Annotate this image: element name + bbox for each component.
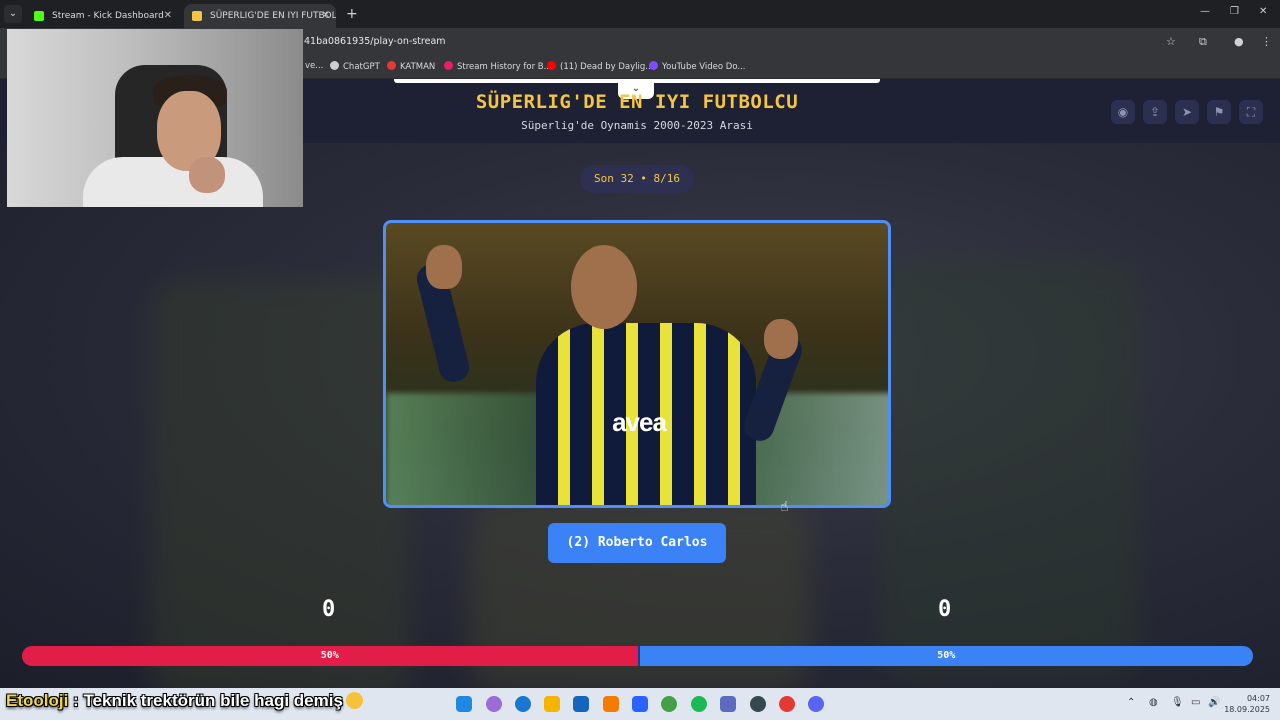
chat-overlay: Etooloji : Teknik trektörün bile hagi de… xyxy=(6,691,363,711)
background-blur xyxy=(880,259,1140,679)
player-head xyxy=(571,245,637,329)
katman-icon xyxy=(387,61,396,70)
tab-title: SÜPERLIG'DE EN IYI FUTBOLCU xyxy=(210,11,336,21)
stream-history-icon xyxy=(444,61,453,70)
hand-cursor-icon: ☝ xyxy=(780,499,789,515)
clock-time: 04:07 xyxy=(1246,694,1270,703)
url-text[interactable]: 41ba0861935/play-on-stream xyxy=(304,36,446,47)
kick-favicon-icon xyxy=(34,11,44,21)
bookmark-youtube-video-downloader[interactable]: YouTube Video Do... xyxy=(649,61,746,72)
chevron-up-icon[interactable]: ⌃ xyxy=(1127,697,1135,708)
bookmark-chatgpt[interactable]: ChatGPT xyxy=(330,61,380,72)
round-indicator: Son 32 • 8/16 xyxy=(580,165,694,193)
start-icon[interactable] xyxy=(456,696,472,712)
app-icon[interactable] xyxy=(632,696,648,712)
fullscreen-icon[interactable]: ⛶ xyxy=(1239,100,1263,124)
edge-icon[interactable] xyxy=(515,696,531,712)
send-icon[interactable]: ➤ xyxy=(1175,100,1199,124)
microphone-icon[interactable]: 🎙 xyxy=(1171,697,1184,708)
bookmark-stream-history[interactable]: Stream History for B... xyxy=(444,61,552,72)
new-tab-button[interactable]: + xyxy=(346,5,358,23)
chat-username: Etooloji xyxy=(6,691,69,710)
jersey-sponsor-text: avea xyxy=(612,407,667,437)
grinning-emoji-icon xyxy=(345,692,363,709)
left-vote-segment: 50% xyxy=(22,646,638,666)
menu-kebab-icon[interactable]: ⋮ xyxy=(1261,35,1272,48)
tab-superlig[interactable]: SÜPERLIG'DE EN IYI FUTBOLCU ✕ xyxy=(184,4,336,28)
display-icon[interactable]: ▭ xyxy=(1191,697,1200,708)
close-icon[interactable]: ✕ xyxy=(164,4,172,28)
app-icon[interactable] xyxy=(720,696,736,712)
spotify-icon[interactable] xyxy=(691,696,707,712)
extensions-icon[interactable]: ⧉ xyxy=(1199,35,1207,49)
restore-icon[interactable]: ❐ xyxy=(1230,6,1239,17)
chat-separator: : xyxy=(68,691,84,710)
vlc-icon[interactable] xyxy=(603,696,619,712)
left-score: 0 xyxy=(322,597,336,622)
tab-title: Stream - Kick Dashboard xyxy=(52,11,164,21)
tab-kick-dashboard[interactable]: Stream - Kick Dashboard ✕ xyxy=(26,4,178,28)
eye-icon[interactable]: ◉ xyxy=(1111,100,1135,124)
video-downloader-icon xyxy=(649,61,658,70)
flag-icon[interactable]: ⚑ xyxy=(1207,100,1231,124)
file-explorer-icon[interactable] xyxy=(544,696,560,712)
profile-avatar-icon[interactable]: ● xyxy=(1234,35,1244,48)
copilot-icon[interactable] xyxy=(486,696,502,712)
streamer-hand xyxy=(189,157,225,193)
close-icon[interactable]: ✕ xyxy=(322,4,330,28)
chatgpt-icon xyxy=(330,61,339,70)
bookmark-star-icon[interactable]: ☆ xyxy=(1166,35,1176,48)
right-score: 0 xyxy=(938,597,952,622)
taskbar-clock[interactable]: 04:07 18.09.2025 xyxy=(1224,693,1270,715)
bookmark-item[interactable]: ve... xyxy=(305,61,323,71)
background-blur xyxy=(150,279,410,688)
share-icon[interactable]: ⇪ xyxy=(1143,100,1167,124)
browser-tab-bar: ⌄ Stream - Kick Dashboard ✕ SÜPERLIG'DE … xyxy=(0,0,1280,28)
webcam-overlay xyxy=(7,29,303,207)
candidate-image-card[interactable]: avea xyxy=(383,220,891,508)
store-icon[interactable] xyxy=(573,696,589,712)
chat-message: Teknik trektörün bile hagi demiş xyxy=(83,691,343,710)
vote-progress-bar: 50% 50% xyxy=(22,646,1253,666)
network-app-icon[interactable]: ◍ xyxy=(1149,697,1158,708)
candidate-name-button[interactable]: (2) Roberto Carlos xyxy=(548,523,726,563)
chrome-icon[interactable] xyxy=(661,696,677,712)
tab-search-button[interactable]: ⌄ xyxy=(4,5,22,23)
player-hand xyxy=(764,319,798,359)
right-vote-segment: 50% xyxy=(637,646,1253,666)
clock-date: 18.09.2025 xyxy=(1224,705,1270,714)
bookmark-dead-by-daylight[interactable]: (11) Dead by Daylig... xyxy=(547,61,653,72)
player-hand xyxy=(426,245,462,289)
minimize-icon[interactable]: — xyxy=(1200,6,1210,17)
bookmark-katman[interactable]: KATMAN xyxy=(387,61,435,72)
youtube-icon xyxy=(547,61,556,70)
chrome-icon[interactable] xyxy=(779,696,795,712)
window-close-icon[interactable]: ✕ xyxy=(1259,6,1267,17)
obs-icon[interactable] xyxy=(750,696,766,712)
discord-icon[interactable] xyxy=(808,696,824,712)
site-favicon-icon xyxy=(192,11,202,21)
speaker-icon[interactable]: 🔊 xyxy=(1208,697,1220,708)
